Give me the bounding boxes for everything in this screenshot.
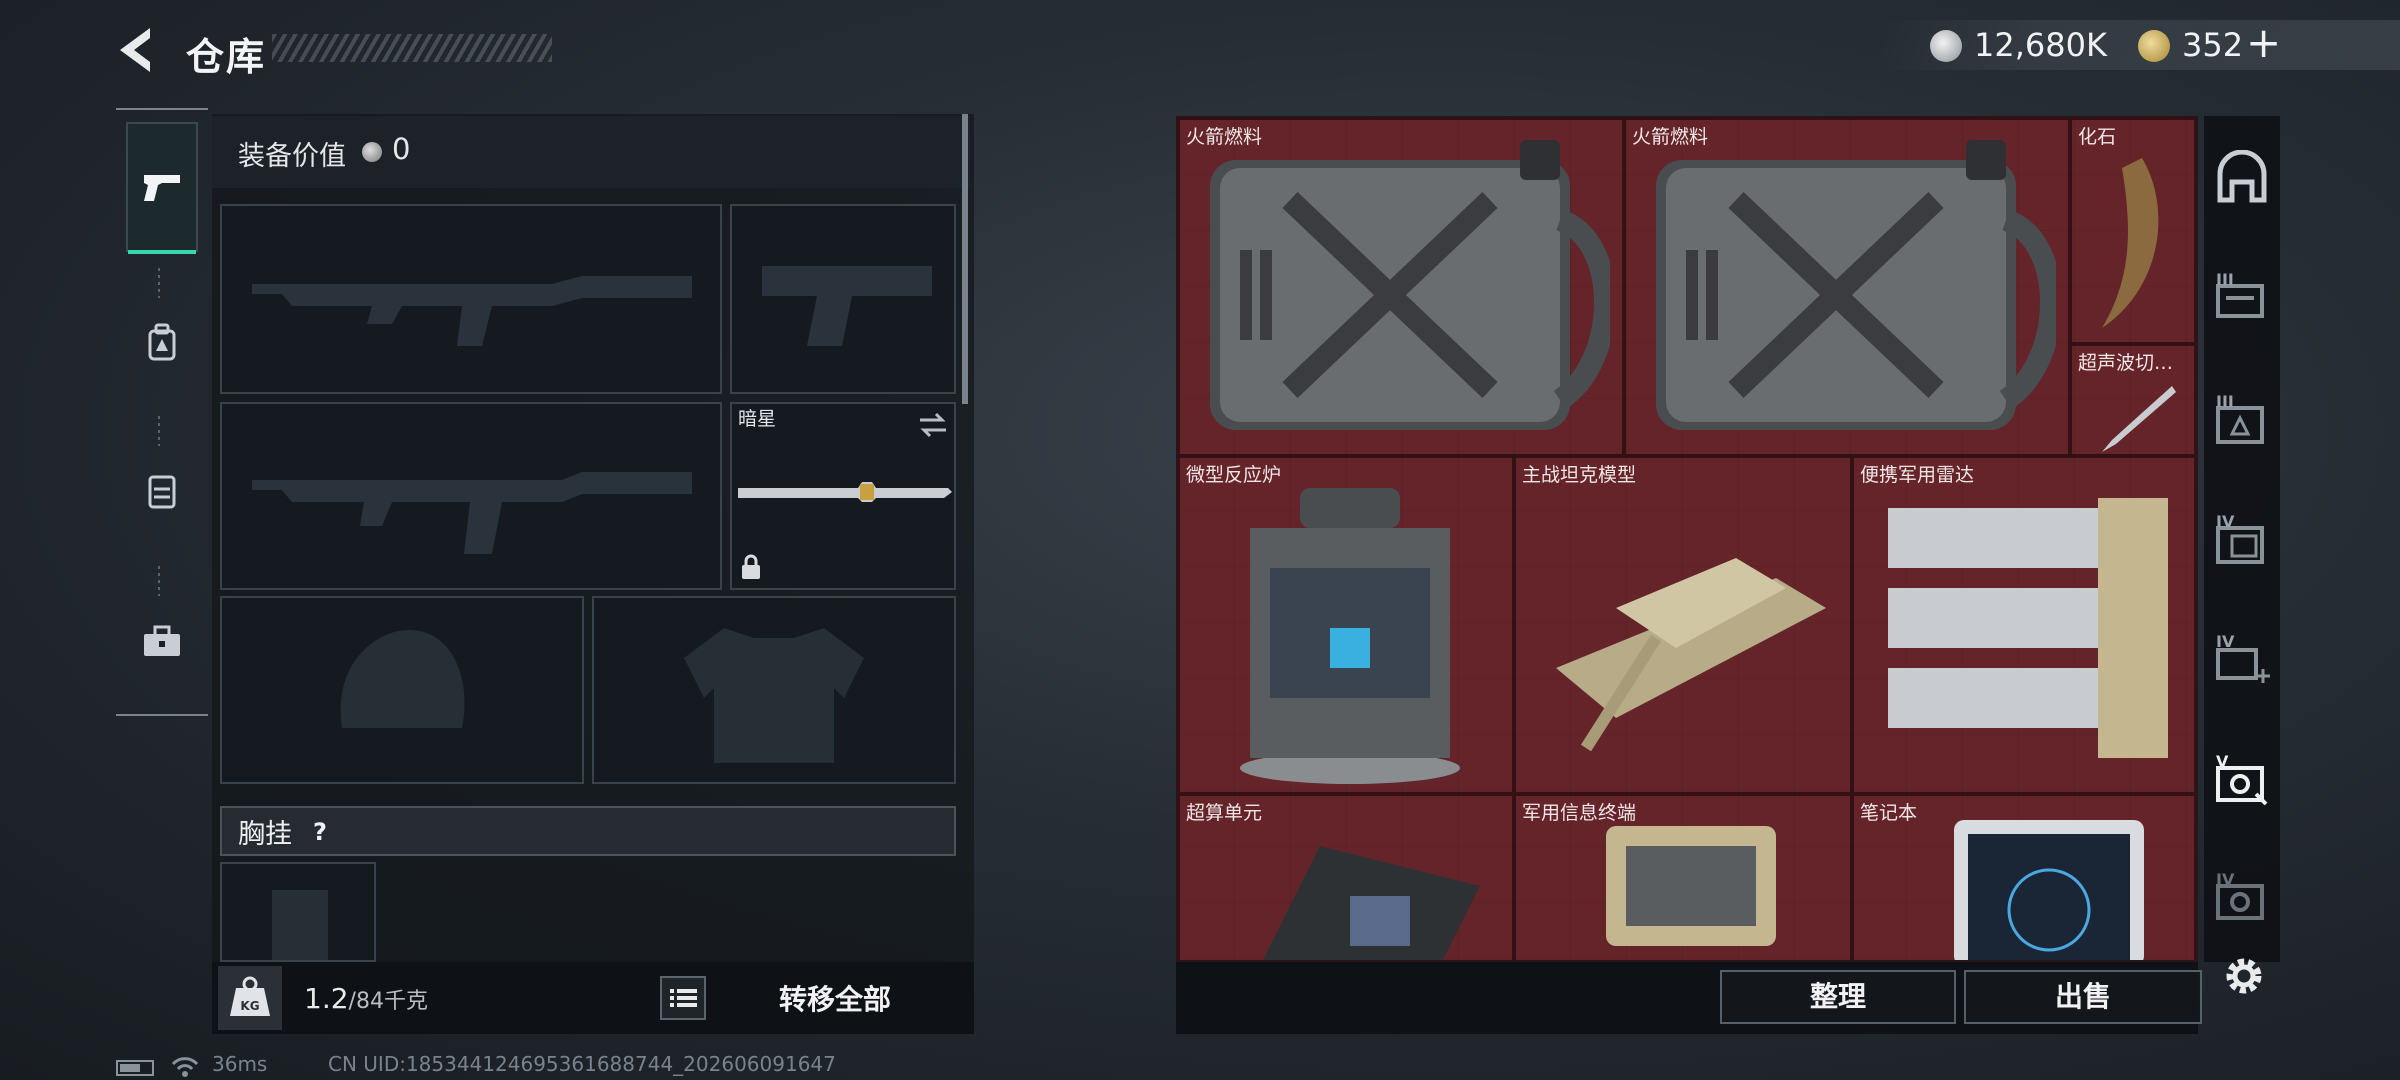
knife-icon [738, 482, 952, 502]
category-tabs [116, 108, 208, 716]
tab-weapons[interactable] [126, 122, 198, 254]
backpack-icon [148, 323, 176, 361]
tier-label: IV [2216, 870, 2235, 889]
armor-slot[interactable] [592, 596, 956, 784]
item-name: 便携军用雷达 [1860, 464, 1975, 486]
list-icon [670, 989, 697, 1007]
laptop-icon [1954, 820, 2144, 960]
svg-text:KG: KG [240, 999, 259, 1013]
equipment-value: 0 [392, 132, 411, 166]
coin-icon [1930, 30, 1962, 62]
settings-gear-icon[interactable] [2218, 950, 2270, 1002]
storage-item[interactable]: 火箭燃料 [1624, 118, 2070, 456]
item-name: 微型反应炉 [1186, 464, 1282, 486]
battery-icon [116, 1060, 154, 1076]
rifle-silhouette-icon [252, 276, 692, 346]
weight-readout: 1.2/84千克 [304, 982, 428, 1015]
tier-label: III [2216, 392, 2234, 411]
tab-case[interactable] [126, 576, 198, 706]
storage-item[interactable]: 便携军用雷达 [1852, 456, 2196, 794]
radar-icon [1888, 498, 2168, 758]
title-decoration [272, 34, 552, 62]
item-name: 主战坦克模型 [1522, 464, 1637, 486]
item-name: 超算单元 [1186, 802, 1263, 824]
ping-readout: 36ms [212, 1052, 268, 1076]
premium-balance: 352 [2182, 26, 2244, 64]
equipment-value-label: 装备价值 [238, 141, 346, 172]
claw-fossil-icon [2102, 158, 2159, 328]
scrollbar[interactable] [962, 114, 968, 404]
sell-button[interactable]: 出售 [1964, 970, 2202, 1024]
weight-max: /84千克 [348, 989, 428, 1014]
chest-rig-silhouette-icon [272, 890, 328, 960]
storage-item[interactable]: 超算单元 [1178, 794, 1514, 960]
secondary-weapon-slot[interactable] [220, 402, 722, 590]
chest-rig-label: 胸挂 [238, 819, 292, 850]
ultrasonic-cutter-icon [2102, 386, 2176, 452]
storage-item[interactable]: 微型反应炉 [1178, 456, 1514, 794]
tab-vest[interactable] [126, 426, 198, 556]
terminal-icon [1606, 826, 1776, 946]
storage-item[interactable]: 军用信息终端 [1514, 794, 1852, 960]
storage-item[interactable]: 超声波切… [2070, 344, 2196, 456]
tier-label: IV [2216, 512, 2235, 531]
wifi-icon [171, 1057, 199, 1077]
sidearm-slot[interactable] [730, 204, 956, 394]
tab-backpack[interactable] [126, 278, 198, 408]
help-button[interactable]: ? [302, 814, 338, 850]
melee-name: 暗星 [738, 408, 777, 430]
item-name: 超声波切… [2078, 352, 2174, 374]
primary-weapon-slot[interactable] [220, 204, 722, 394]
storage-item[interactable]: 火箭燃料 [1178, 118, 1624, 456]
weight-current: 1.2 [304, 982, 349, 1015]
item-name: 化石 [2078, 126, 2117, 148]
tier-label: III [2216, 270, 2234, 289]
user-uid: CN UID:18534412469536168874​4_2026060916… [328, 1052, 836, 1076]
fuel-can-icon [1656, 140, 2056, 430]
toolbox-icon [144, 625, 180, 656]
sort-button[interactable]: 整理 [1720, 970, 1956, 1024]
pistol-icon [144, 175, 180, 201]
back-arrow-icon[interactable] [112, 22, 160, 78]
chest-rig-slot[interactable] [220, 862, 376, 962]
reactor-icon [1240, 488, 1460, 784]
transfer-all-button[interactable]: 转移全部 [760, 978, 910, 1018]
warehouse-icon[interactable] [2212, 150, 2272, 210]
premium-currency-icon [2138, 30, 2170, 62]
storage-item[interactable]: 化石 [2070, 118, 2196, 344]
lock-icon [742, 554, 760, 579]
storage-item[interactable]: 笔记本 [1852, 794, 2196, 960]
item-name: 军用信息终端 [1522, 802, 1637, 824]
swap-icon[interactable] [918, 412, 948, 438]
weight-icon: KG [218, 966, 282, 1030]
rifle-silhouette-icon [252, 472, 692, 554]
storage-item[interactable]: 主战坦克模型 [1514, 456, 1852, 794]
compute-unit-icon [1263, 846, 1480, 960]
tier-label: V [2216, 752, 2229, 771]
item-name: 笔记本 [1860, 802, 1918, 824]
coin-balance: 12,680K [1974, 26, 2107, 64]
page-title: 仓库 [186, 35, 267, 79]
storage-grid: 火箭燃料 火箭燃料 化石 超声波切… 微型反应炉 主战坦克模型 便携军用雷达 超… [1176, 116, 2198, 962]
coin-icon [362, 142, 382, 162]
list-view-button[interactable] [660, 976, 706, 1020]
fuel-can-icon [1210, 140, 1610, 430]
armor-silhouette-icon [684, 628, 864, 763]
add-currency-button[interactable]: + [2246, 18, 2281, 67]
helmet-silhouette-icon [340, 629, 465, 728]
pistol-silhouette-icon [762, 266, 932, 346]
vest-icon [148, 475, 176, 509]
tank-model-icon [1556, 558, 1826, 752]
tier-label: IV [2216, 632, 2235, 651]
helmet-slot[interactable] [220, 596, 584, 784]
